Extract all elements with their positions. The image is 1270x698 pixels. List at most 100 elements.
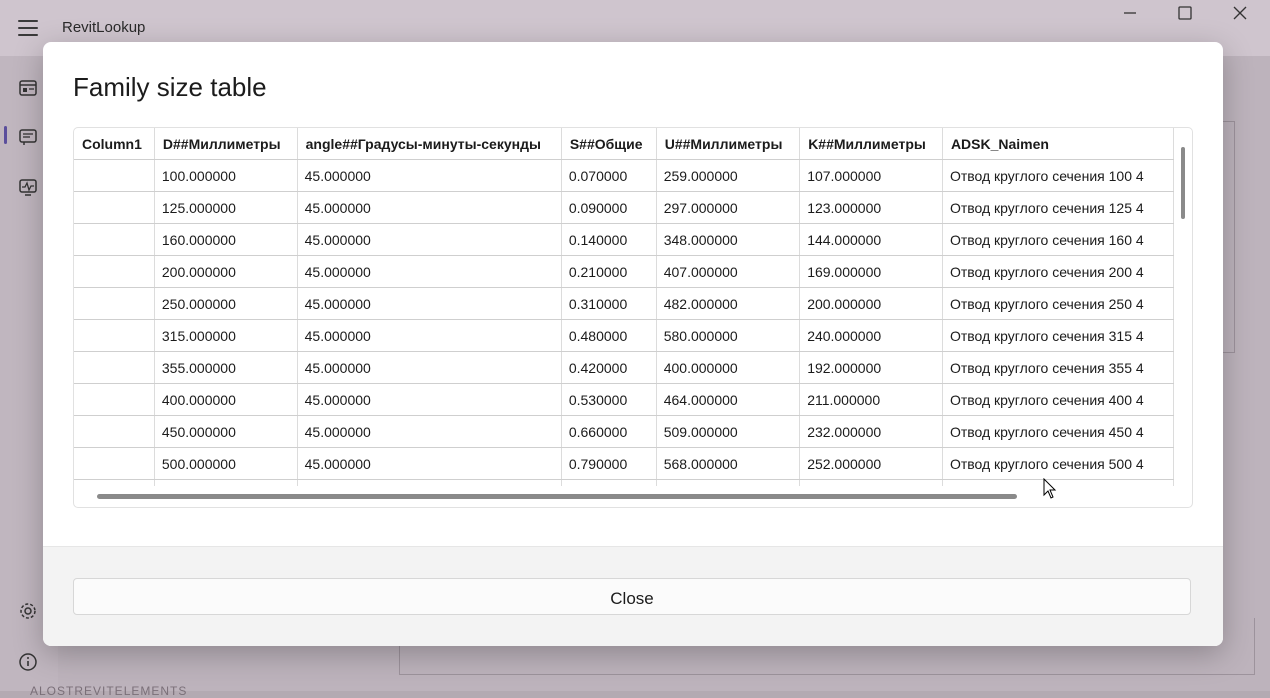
- table-cell[interactable]: [942, 479, 1174, 486]
- table-row[interactable]: 400.000000 45.000000 0.530000 464.000000 211…: [74, 383, 1174, 416]
- table-cell[interactable]: 252.000000: [799, 447, 943, 480]
- table-cell[interactable]: 100.000000: [154, 159, 298, 192]
- table-cell[interactable]: 123.000000: [799, 191, 943, 224]
- column-header[interactable]: K##Миллиметры: [799, 128, 943, 160]
- table-cell[interactable]: 160.000000: [154, 223, 298, 256]
- table-cell[interactable]: 0.210000: [561, 255, 657, 288]
- table-cell[interactable]: [297, 479, 562, 486]
- table-cell[interactable]: 0.070000: [561, 159, 657, 192]
- table-cell[interactable]: 45.000000: [297, 319, 562, 352]
- table-cell[interactable]: [74, 191, 155, 224]
- table-cell[interactable]: 450.000000: [154, 415, 298, 448]
- table-cell[interactable]: 45.000000: [297, 191, 562, 224]
- table-cell[interactable]: [799, 479, 943, 486]
- maximize-icon[interactable]: [1165, 6, 1205, 28]
- table-cell[interactable]: [74, 287, 155, 320]
- table-cell[interactable]: 45.000000: [297, 351, 562, 384]
- close-icon[interactable]: [1220, 6, 1260, 28]
- dashboard-icon[interactable]: [18, 78, 38, 98]
- table-cell[interactable]: [74, 447, 155, 480]
- minimize-icon[interactable]: [1110, 6, 1150, 28]
- table-cell[interactable]: [74, 383, 155, 416]
- table-cell[interactable]: Отвод круглого сечения 160 4: [942, 223, 1174, 256]
- table-cell[interactable]: 45.000000: [297, 383, 562, 416]
- table-cell[interactable]: 0.480000: [561, 319, 657, 352]
- vertical-scrollbar[interactable]: [1181, 147, 1185, 219]
- table-cell[interactable]: 400.000000: [656, 351, 801, 384]
- column-header[interactable]: D##Миллиметры: [154, 128, 298, 160]
- table-row[interactable]: 160.000000 45.000000 0.140000 348.000000 144…: [74, 223, 1174, 256]
- table-cell[interactable]: Отвод круглого сечения 450 4: [942, 415, 1174, 448]
- close-button[interactable]: Close: [73, 578, 1191, 615]
- table-cell[interactable]: 45.000000: [297, 223, 562, 256]
- table-cell[interactable]: 169.000000: [799, 255, 943, 288]
- column-header[interactable]: angle##Градусы-минуты-секунды: [297, 128, 562, 160]
- table-row[interactable]: 125.000000 45.000000 0.090000 297.000000 123…: [74, 191, 1174, 224]
- gear-icon[interactable]: [18, 601, 38, 621]
- table-cell[interactable]: 315.000000: [154, 319, 298, 352]
- table-row[interactable]: 250.000000 45.000000 0.310000 482.000000 200…: [74, 287, 1174, 320]
- hamburger-icon[interactable]: [18, 20, 38, 36]
- table-cell[interactable]: 45.000000: [297, 287, 562, 320]
- table-cell[interactable]: [656, 479, 801, 486]
- table-cell[interactable]: Отвод круглого сечения 250 4: [942, 287, 1174, 320]
- table-cell[interactable]: 250.000000: [154, 287, 298, 320]
- table-cell[interactable]: 45.000000: [297, 415, 562, 448]
- table-cell[interactable]: [154, 479, 298, 486]
- column-header[interactable]: U##Миллиметры: [656, 128, 801, 160]
- table-cell[interactable]: [74, 351, 155, 384]
- table-cell[interactable]: Отвод круглого сечения 355 4: [942, 351, 1174, 384]
- table-cell[interactable]: 200.000000: [799, 287, 943, 320]
- table-cell[interactable]: Отвод круглого сечения 315 4: [942, 319, 1174, 352]
- table-cell[interactable]: [74, 479, 155, 486]
- table-cell[interactable]: [561, 479, 657, 486]
- table-cell[interactable]: Отвод круглого сечения 400 4: [942, 383, 1174, 416]
- table-cell[interactable]: [74, 319, 155, 352]
- table-cell[interactable]: 0.790000: [561, 447, 657, 480]
- table-cell[interactable]: Отвод круглого сечения 100 4: [942, 159, 1174, 192]
- table-cell[interactable]: Отвод круглого сечения 500 4: [942, 447, 1174, 480]
- table-cell[interactable]: 125.000000: [154, 191, 298, 224]
- table-cell[interactable]: 500.000000: [154, 447, 298, 480]
- table-cell[interactable]: 580.000000: [656, 319, 801, 352]
- table-row[interactable]: 315.000000 45.000000 0.480000 580.000000 240…: [74, 319, 1174, 352]
- table-cell[interactable]: 464.000000: [656, 383, 801, 416]
- table-row[interactable]: 100.000000 45.000000 0.070000 259.000000 107…: [74, 159, 1174, 192]
- table-cell[interactable]: 45.000000: [297, 447, 562, 480]
- table-cell[interactable]: 407.000000: [656, 255, 801, 288]
- table-row[interactable]: 450.000000 45.000000 0.660000 509.000000 232…: [74, 415, 1174, 448]
- table-cell[interactable]: 211.000000: [799, 383, 943, 416]
- table-cell[interactable]: 240.000000: [799, 319, 943, 352]
- table-cell[interactable]: [74, 159, 155, 192]
- table-cell[interactable]: 259.000000: [656, 159, 801, 192]
- table-cell[interactable]: 200.000000: [154, 255, 298, 288]
- table-cell[interactable]: 144.000000: [799, 223, 943, 256]
- column-header[interactable]: ADSK_Naimen: [942, 128, 1174, 160]
- table-cell[interactable]: 0.140000: [561, 223, 657, 256]
- table-cell[interactable]: 348.000000: [656, 223, 801, 256]
- table-row[interactable]: 200.000000 45.000000 0.210000 407.000000 169…: [74, 255, 1174, 288]
- table-cell[interactable]: 192.000000: [799, 351, 943, 384]
- table-cell[interactable]: [74, 223, 155, 256]
- table-cell[interactable]: 45.000000: [297, 159, 562, 192]
- table-row[interactable]: [74, 479, 1174, 486]
- column-header[interactable]: Column1: [74, 128, 155, 160]
- table-cell[interactable]: Отвод круглого сечения 125 4: [942, 191, 1174, 224]
- table-cell[interactable]: 0.530000: [561, 383, 657, 416]
- table-cell[interactable]: 482.000000: [656, 287, 801, 320]
- table-cell[interactable]: [74, 255, 155, 288]
- table-row[interactable]: 355.000000 45.000000 0.420000 400.000000 192…: [74, 351, 1174, 384]
- table-cell[interactable]: 45.000000: [297, 255, 562, 288]
- table-cell[interactable]: 0.420000: [561, 351, 657, 384]
- column-header[interactable]: S##Общие: [561, 128, 657, 160]
- events-monitor-icon[interactable]: [18, 177, 38, 197]
- table-cell[interactable]: 509.000000: [656, 415, 801, 448]
- table-cell[interactable]: 400.000000: [154, 383, 298, 416]
- table-cell[interactable]: 232.000000: [799, 415, 943, 448]
- horizontal-scrollbar[interactable]: [97, 494, 1017, 499]
- table-cell[interactable]: 0.660000: [561, 415, 657, 448]
- table-row[interactable]: 500.000000 45.000000 0.790000 568.000000 252…: [74, 447, 1174, 480]
- table-cell[interactable]: Отвод круглого сечения 200 4: [942, 255, 1174, 288]
- table-cell[interactable]: 568.000000: [656, 447, 801, 480]
- table-cell[interactable]: [74, 415, 155, 448]
